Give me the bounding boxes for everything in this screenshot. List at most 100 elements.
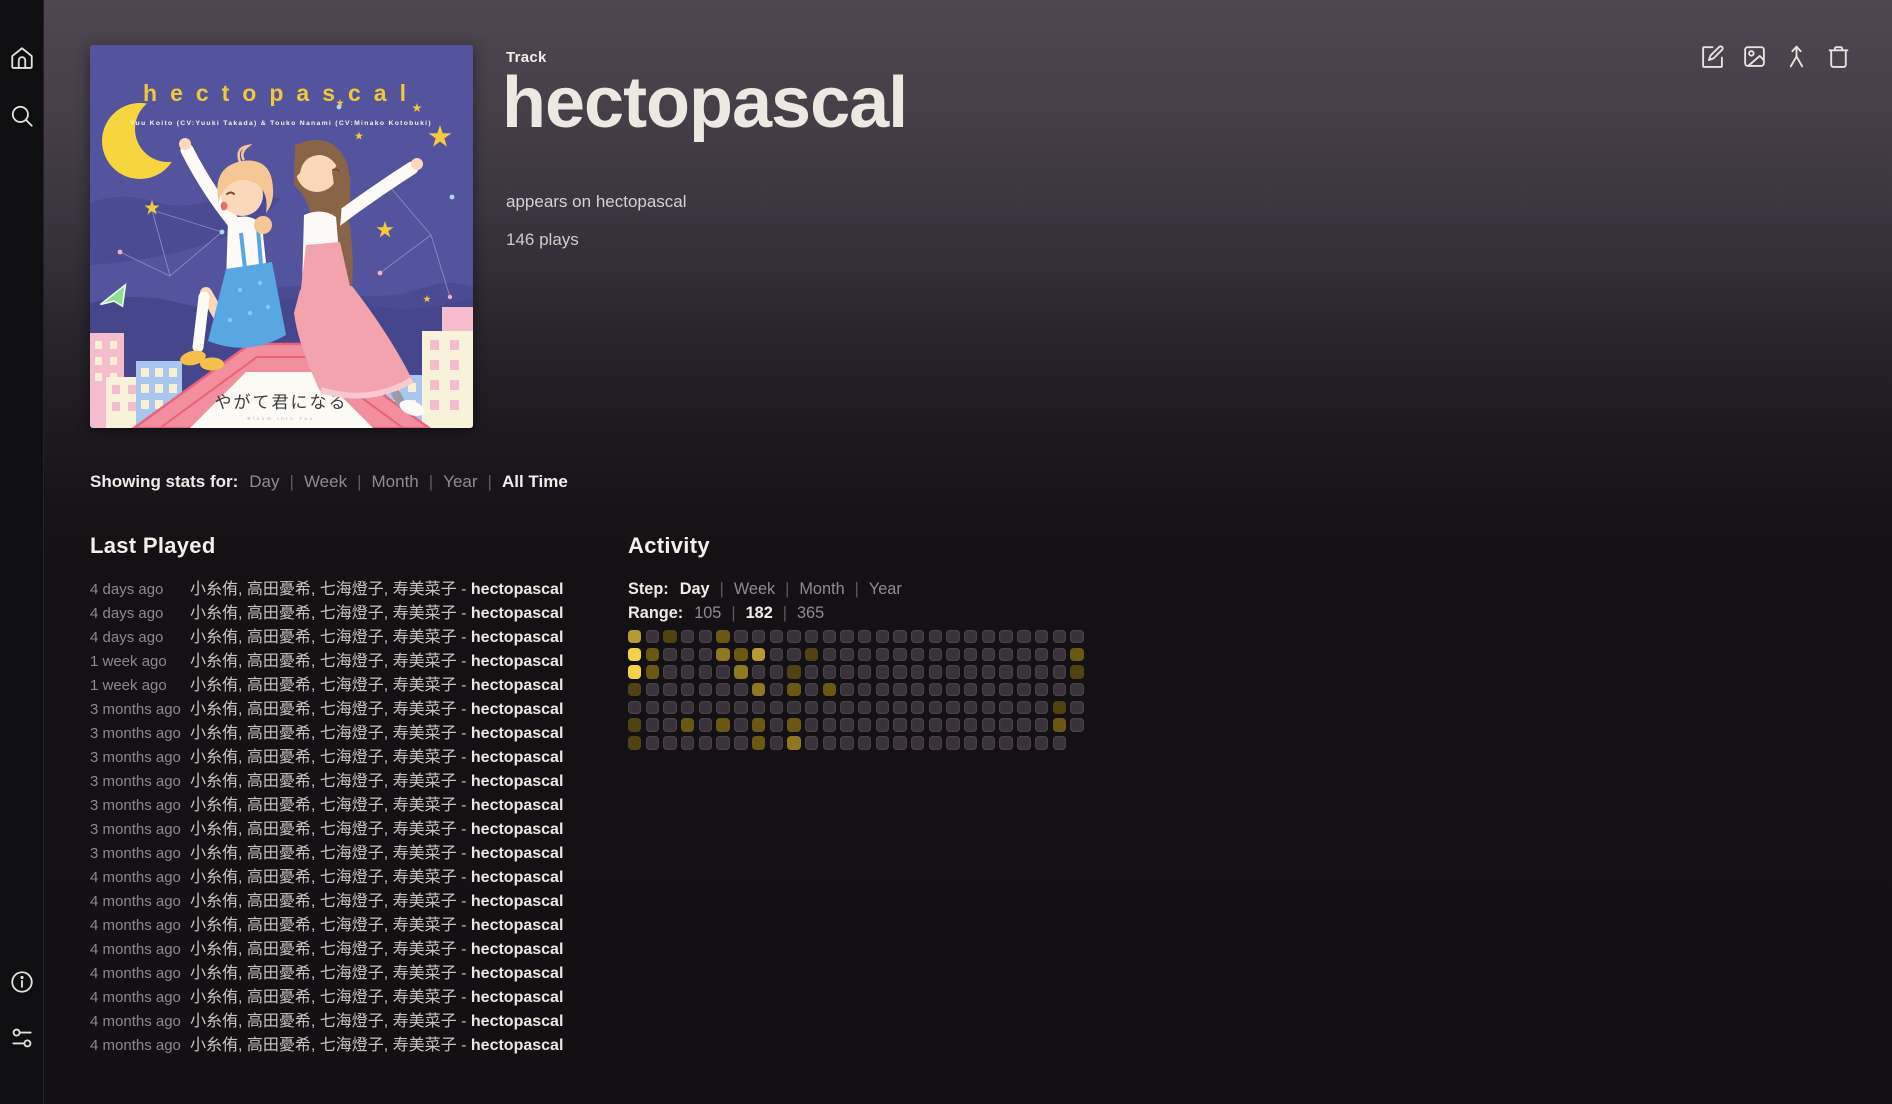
track-link[interactable]: hectopascal (471, 749, 563, 766)
artist-links[interactable]: 小糸侑, 高田憂希, 七海燈子, 寿美菜子 (190, 965, 457, 982)
track-link[interactable]: hectopascal (471, 581, 563, 598)
nav-info-button[interactable] (9, 969, 35, 995)
artist-links[interactable]: 小糸侑, 高田憂希, 七海燈子, 寿美菜子 (190, 581, 457, 598)
played-timestamp: 3 months ago (90, 722, 190, 746)
artist-links[interactable]: 小糸侑, 高田憂希, 七海燈子, 寿美菜子 (190, 1013, 457, 1030)
stats-for-option-month[interactable]: Month (372, 472, 419, 491)
activity-cell (840, 718, 853, 731)
artist-links[interactable]: 小糸侑, 高田憂希, 七海燈子, 寿美菜子 (190, 605, 457, 622)
range-option-105[interactable]: 105 (694, 604, 721, 622)
artist-links[interactable]: 小糸侑, 高田憂希, 七海燈子, 寿美菜子 (190, 797, 457, 814)
artist-links[interactable]: 小糸侑, 高田憂希, 七海燈子, 寿美菜子 (190, 773, 457, 790)
activity-cell (1070, 718, 1083, 731)
activity-cell (982, 736, 995, 749)
delete-button[interactable] (1826, 44, 1851, 69)
track-link[interactable]: hectopascal (471, 797, 563, 814)
edit-button[interactable] (1700, 44, 1725, 69)
activity-cell (999, 718, 1012, 731)
artist-links[interactable]: 小糸侑, 高田憂希, 七海燈子, 寿美菜子 (190, 701, 457, 718)
art-subtitle: Yuu Koito (CV:Yuuki Takada) & Touko Nana… (130, 120, 432, 127)
activity-cell (1035, 718, 1048, 731)
last-played-row: 4 months ago小糸侑, 高田憂希, 七海燈子, 寿美菜子 - hect… (90, 962, 590, 986)
step-option-year[interactable]: Year (869, 580, 902, 598)
stats-for-separator: | (357, 472, 361, 491)
activity-cell (734, 648, 747, 661)
merge-button[interactable] (1784, 44, 1809, 69)
activity-cell (752, 736, 765, 749)
track-link[interactable]: hectopascal (471, 1037, 563, 1054)
nav-settings-button[interactable] (9, 1025, 35, 1051)
step-label: Step: (628, 580, 669, 598)
activity-cell (699, 718, 712, 731)
artist-links[interactable]: 小糸侑, 高田憂希, 七海燈子, 寿美菜子 (190, 1037, 457, 1054)
activity-cell (628, 665, 641, 678)
activity-cell (770, 701, 783, 714)
track-link[interactable]: hectopascal (471, 917, 563, 934)
stats-for-option-year[interactable]: Year (443, 472, 477, 491)
artist-links[interactable]: 小糸侑, 高田憂希, 七海燈子, 寿美菜子 (190, 725, 457, 742)
activity-cell (805, 736, 818, 749)
activity-cell (681, 665, 694, 678)
activity-cell (716, 736, 729, 749)
track-link[interactable]: hectopascal (471, 1013, 563, 1030)
last-played-row: 4 months ago小糸侑, 高田憂希, 七海燈子, 寿美菜子 - hect… (90, 938, 590, 962)
track-link[interactable]: hectopascal (471, 941, 563, 958)
track-link[interactable]: hectopascal (471, 629, 563, 646)
nav-home-button[interactable] (9, 45, 35, 71)
stats-for-option-all-time[interactable]: All Time (502, 472, 568, 491)
last-played-row: 4 months ago小糸侑, 高田憂希, 七海燈子, 寿美菜子 - hect… (90, 1034, 590, 1058)
activity-cell (734, 736, 747, 749)
range-option-365[interactable]: 365 (797, 604, 824, 622)
activity-cell (752, 630, 765, 643)
artist-links[interactable]: 小糸侑, 高田憂希, 七海燈子, 寿美菜子 (190, 653, 457, 670)
artist-links[interactable]: 小糸侑, 高田憂希, 七海燈子, 寿美菜子 (190, 677, 457, 694)
track-link[interactable]: hectopascal (471, 989, 563, 1006)
artist-links[interactable]: 小糸侑, 高田憂希, 七海燈子, 寿美菜子 (190, 749, 457, 766)
activity-cell (805, 648, 818, 661)
activity-cell (840, 630, 853, 643)
track-link[interactable]: hectopascal (471, 893, 563, 910)
artist-links[interactable]: 小糸侑, 高田憂希, 七海燈子, 寿美菜子 (190, 821, 457, 838)
last-played-row: 3 months ago小糸侑, 高田憂希, 七海燈子, 寿美菜子 - hect… (90, 842, 590, 866)
artist-links[interactable]: 小糸侑, 高田憂希, 七海燈子, 寿美菜子 (190, 845, 457, 862)
artist-links[interactable]: 小糸侑, 高田憂希, 七海燈子, 寿美菜子 (190, 893, 457, 910)
activity-cell (734, 701, 747, 714)
step-option-week[interactable]: Week (734, 580, 775, 598)
track-link[interactable]: hectopascal (471, 605, 563, 622)
track-link[interactable]: hectopascal (471, 677, 563, 694)
step-option-month[interactable]: Month (799, 580, 844, 598)
activity-cell (1070, 630, 1083, 643)
activity-cell (999, 683, 1012, 696)
activity-cell (858, 718, 871, 731)
track-link[interactable]: hectopascal (471, 869, 563, 886)
track-link[interactable]: hectopascal (471, 725, 563, 742)
nav-search-button[interactable] (9, 103, 35, 129)
artist-links[interactable]: 小糸侑, 高田憂希, 七海燈子, 寿美菜子 (190, 917, 457, 934)
track-link[interactable]: hectopascal (471, 773, 563, 790)
artist-links[interactable]: 小糸侑, 高田憂希, 七海燈子, 寿美菜子 (190, 941, 457, 958)
activity-cell (893, 648, 906, 661)
artist-links[interactable]: 小糸侑, 高田憂希, 七海燈子, 寿美菜子 (190, 629, 457, 646)
activity-cell (628, 630, 641, 643)
track-link[interactable]: hectopascal (471, 821, 563, 838)
activity-cell (770, 665, 783, 678)
activity-cell (929, 701, 942, 714)
range-option-182[interactable]: 182 (746, 604, 773, 622)
album-link[interactable]: hectopascal (596, 192, 687, 211)
change-image-button[interactable] (1742, 44, 1767, 69)
played-timestamp: 4 months ago (90, 962, 190, 986)
activity-cell (840, 648, 853, 661)
step-option-day[interactable]: Day (680, 580, 710, 598)
stats-for-option-day[interactable]: Day (249, 472, 279, 491)
track-link[interactable]: hectopascal (471, 965, 563, 982)
artist-links[interactable]: 小糸侑, 高田憂希, 七海燈子, 寿美菜子 (190, 869, 457, 886)
artist-links[interactable]: 小糸侑, 高田憂希, 七海燈子, 寿美菜子 (190, 989, 457, 1006)
stats-for-option-week[interactable]: Week (304, 472, 347, 491)
activity-cell (681, 683, 694, 696)
activity-cell (770, 648, 783, 661)
track-link[interactable]: hectopascal (471, 845, 563, 862)
track-link[interactable]: hectopascal (471, 653, 563, 670)
track-link[interactable]: hectopascal (471, 701, 563, 718)
activity-cell (964, 630, 977, 643)
heatmap-row (628, 630, 1084, 643)
